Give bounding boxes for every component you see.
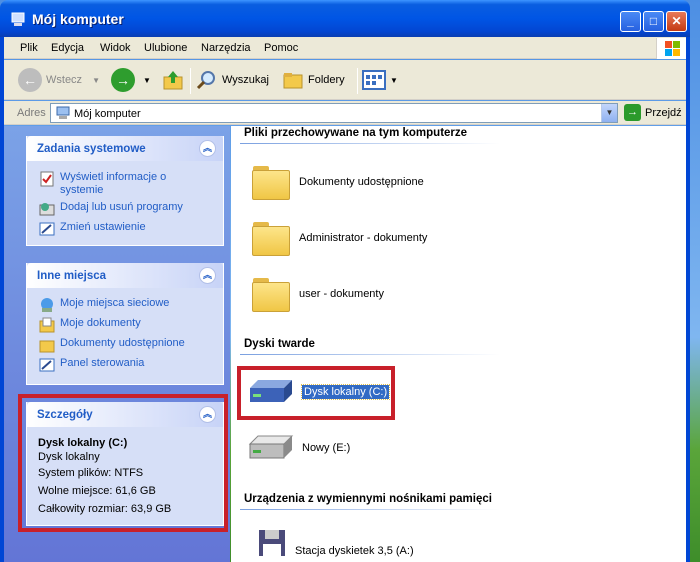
- menu-pomoc[interactable]: Pomoc: [264, 42, 298, 54]
- collapse-icon[interactable]: ︽: [199, 267, 216, 284]
- other-places-panel: Inne miejsca ︽ Moje miejsca sieciowe Moj…: [26, 263, 224, 385]
- minimize-button[interactable]: _: [620, 11, 641, 32]
- link-network-places[interactable]: Moje miejsca sieciowe: [39, 297, 169, 313]
- documents-icon: [39, 317, 55, 333]
- address-bar: Adres Mój komputer ▼ → Przejdź: [4, 101, 686, 125]
- link-control-panel[interactable]: Panel sterowania: [39, 357, 144, 373]
- network-icon: [41, 298, 53, 312]
- control-panel-icon: [39, 358, 55, 372]
- folder-icon: [39, 340, 55, 353]
- group-header-removable: Urządzenia z wymiennymi nośnikami pamięc…: [244, 493, 492, 505]
- task-pane: Zadania systemowe ︽ Wyświetl informacje …: [4, 126, 230, 562]
- drive-new-e[interactable]: Nowy (E:): [248, 434, 350, 462]
- go-button[interactable]: → Przejdź: [624, 104, 682, 121]
- folder-icon: [251, 276, 291, 312]
- close-button[interactable]: ✕: [666, 11, 687, 32]
- back-arrow-icon: ←: [18, 68, 42, 92]
- menu-narzedzia[interactable]: Narzędzia: [201, 42, 251, 54]
- toolbar-separator: [357, 68, 358, 94]
- info-icon: [40, 171, 54, 187]
- chevron-down-icon[interactable]: ▼: [143, 76, 151, 85]
- chevron-down-icon[interactable]: ▼: [92, 76, 100, 85]
- menu-edycja[interactable]: Edycja: [51, 42, 84, 54]
- menu-bar: Plik Edycja Widok Ulubione Narzędzia Pom…: [4, 37, 686, 59]
- folder-shared-documents[interactable]: Dokumenty udostępnione: [251, 164, 424, 200]
- link-shared-documents[interactable]: Dokumenty udostępnione: [39, 337, 185, 353]
- computer-icon: [11, 12, 25, 26]
- link-change-setting[interactable]: Zmień ustawienie: [39, 221, 146, 237]
- computer-icon: [56, 106, 70, 119]
- link-my-documents[interactable]: Moje dokumenty: [39, 317, 141, 333]
- back-button[interactable]: ← Wstecz ▼: [18, 66, 100, 94]
- address-label: Adres: [17, 107, 46, 119]
- window-title: Mój komputer: [32, 11, 124, 27]
- title-bar[interactable]: Mój komputer _ □ ✕: [0, 0, 690, 37]
- folders-icon: [283, 73, 303, 89]
- highlight-box-drive-c: [237, 366, 395, 420]
- forward-button[interactable]: → ▼: [111, 66, 151, 94]
- highlight-box-details: [18, 394, 228, 532]
- folders-button[interactable]: Foldery: [282, 66, 345, 94]
- group-divider: [240, 509, 500, 510]
- forward-arrow-icon: →: [111, 68, 135, 92]
- folder-icon: [251, 220, 291, 256]
- link-add-remove-programs[interactable]: Dodaj lub usuń programy: [39, 201, 183, 217]
- panel-header[interactable]: Inne miejsca ︽: [27, 263, 223, 288]
- settings-icon: [39, 222, 55, 236]
- group-divider: [240, 354, 500, 355]
- folder-administrator-documents[interactable]: Administrator - dokumenty: [251, 220, 427, 256]
- go-arrow-icon: →: [624, 104, 641, 121]
- explorer-window: Mój komputer _ □ ✕ Plik Edycja Widok Ulu…: [0, 0, 700, 562]
- search-icon: [196, 71, 215, 90]
- programs-icon: [39, 203, 55, 216]
- up-folder-button[interactable]: [162, 66, 184, 94]
- toolbar: ← Wstecz ▼ → ▼ Wyszukaj Foldery ▼: [4, 60, 686, 100]
- folder-icon: [251, 164, 291, 200]
- views-button[interactable]: ▼: [362, 66, 398, 94]
- drive-floppy-a[interactable]: Stacja dyskietek 3,5 (A:): [257, 528, 414, 558]
- address-value: Mój komputer: [74, 108, 141, 120]
- group-header-files: Pliki przechowywane na tym komputerze: [244, 127, 468, 139]
- floppy-icon: [259, 530, 285, 556]
- window-frame-right: [686, 37, 690, 562]
- collapse-icon[interactable]: ︽: [199, 140, 216, 157]
- maximize-button[interactable]: □: [643, 11, 664, 32]
- file-list: Pliki przechowywane na tym komputerze Do…: [231, 126, 686, 562]
- search-button[interactable]: Wyszukaj: [196, 66, 269, 94]
- menu-plik[interactable]: Plik: [20, 42, 38, 54]
- panel-header[interactable]: Zadania systemowe ︽: [27, 136, 223, 161]
- views-icon: [362, 70, 386, 90]
- windows-logo-icon: [656, 38, 686, 59]
- up-folder-icon: [163, 71, 183, 90]
- group-divider: [240, 143, 500, 144]
- hard-disk-icon: [248, 435, 294, 459]
- group-header-disks: Dyski twarde: [244, 338, 315, 350]
- menu-widok[interactable]: Widok: [100, 42, 131, 54]
- address-dropdown-button[interactable]: ▼: [601, 104, 617, 122]
- chevron-down-icon[interactable]: ▼: [390, 76, 398, 85]
- address-field[interactable]: Mój komputer ▼: [50, 103, 618, 123]
- menu-ulubione[interactable]: Ulubione: [144, 42, 187, 54]
- system-tasks-panel: Zadania systemowe ︽ Wyświetl informacje …: [26, 136, 224, 246]
- toolbar-separator: [190, 68, 191, 94]
- folder-user-documents[interactable]: user - dokumenty: [251, 276, 384, 312]
- link-system-info[interactable]: Wyświetl informacje o systemie: [39, 171, 180, 197]
